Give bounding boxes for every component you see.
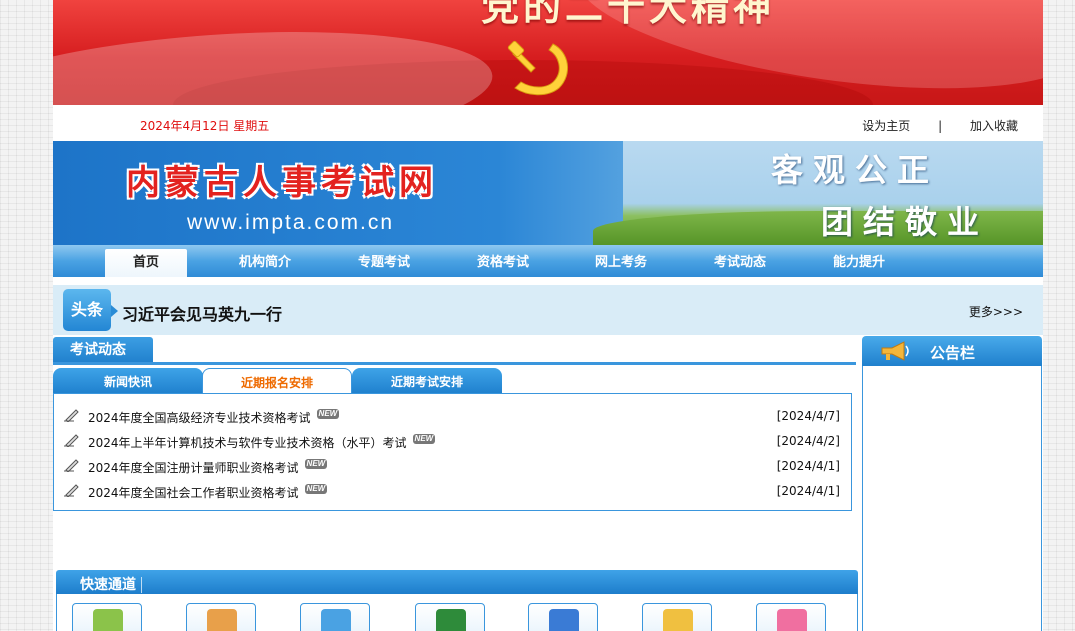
quick-link-tile[interactable] bbox=[300, 603, 370, 631]
nav-item-qualification-exams[interactable]: 资格考试 bbox=[448, 245, 558, 277]
news-title[interactable]: 2024年度全国注册计量师职业资格考试 bbox=[88, 461, 299, 475]
nav-item-home[interactable]: 首页 bbox=[105, 249, 187, 277]
news-title[interactable]: 2024年度全国高级经济专业技术资格考试 bbox=[88, 411, 311, 425]
quick-access-title: 快速通道 bbox=[80, 574, 142, 594]
new-badge: NEW bbox=[304, 459, 328, 469]
headline-bar: 头条 习近平会见马英九一行 更多>>> bbox=[53, 285, 1043, 335]
quick-link-tile[interactable] bbox=[642, 603, 712, 631]
news-date: [2024/4/2] bbox=[776, 434, 840, 448]
nav-item-skill-improvement[interactable]: 能力提升 bbox=[804, 245, 914, 277]
megaphone-icon bbox=[881, 341, 909, 361]
certificate-icon bbox=[663, 609, 693, 631]
headline-link[interactable]: 习近平会见马英九一行 bbox=[122, 301, 282, 325]
top-banner: 党的二十大精神 bbox=[53, 0, 1043, 105]
nav-item-about[interactable]: 机构简介 bbox=[210, 245, 320, 277]
news-date: [2024/4/7] bbox=[776, 409, 840, 423]
pen-icon bbox=[64, 434, 79, 447]
current-date: 2024年4月12日 星期五 bbox=[140, 119, 270, 133]
new-badge: NEW bbox=[412, 434, 436, 444]
motto-line-2: 团结敬业 bbox=[821, 203, 990, 241]
news-date: [2024/4/1] bbox=[776, 459, 840, 473]
exam-news-title: 考试动态 bbox=[53, 337, 153, 364]
quick-link-tile[interactable] bbox=[415, 603, 485, 631]
motto-line-1: 客观公正 bbox=[771, 151, 940, 189]
main-nav: 首页 机构简介 专题考试 资格考试 网上考务 考试动态 能力提升 bbox=[53, 245, 1043, 277]
nav-item-exam-news[interactable]: 考试动态 bbox=[685, 245, 795, 277]
top-links: 设为主页 | 加入收藏 bbox=[862, 117, 1018, 134]
exam-news-divider bbox=[53, 362, 856, 365]
quick-access-header: 快速通道 bbox=[56, 570, 858, 594]
excel-icon bbox=[436, 609, 466, 631]
date-bar: 2024年4月12日 星期五 设为主页 | 加入收藏 bbox=[53, 105, 1043, 141]
site-url: www.impta.com.cn bbox=[187, 211, 395, 234]
pen-icon bbox=[64, 484, 79, 497]
site-logo-title[interactable]: 内蒙古人事考试网 bbox=[126, 155, 438, 204]
notice-board-title: 公告栏 bbox=[930, 344, 976, 362]
notice-board-header: 公告栏 bbox=[862, 336, 1042, 366]
page: 党的二十大精神 2024年4月12日 星期五 设为主页 | 加入收藏 内蒙古人事… bbox=[53, 0, 1043, 631]
document-icon bbox=[321, 609, 351, 631]
monitor-icon bbox=[549, 609, 579, 631]
news-title[interactable]: 2024年度全国社会工作者职业资格考试 bbox=[88, 486, 299, 500]
list-item[interactable]: 2024年度全国高级经济专业技术资格考试 NEW [2024/4/7] bbox=[64, 405, 842, 427]
list-item[interactable]: 2024年度全国社会工作者职业资格考试 NEW [2024/4/1] bbox=[64, 480, 842, 502]
notice-board-body bbox=[862, 366, 1042, 631]
nav-item-special-exams[interactable]: 专题考试 bbox=[329, 245, 439, 277]
list-item[interactable]: 2024年度全国注册计量师职业资格考试 NEW [2024/4/1] bbox=[64, 455, 842, 477]
chart-icon bbox=[93, 609, 123, 631]
quick-link-tile[interactable] bbox=[756, 603, 826, 631]
list-item[interactable]: 2024年上半年计算机技术与软件专业技术资格（水平）考试 NEW [2024/4/… bbox=[64, 430, 842, 452]
new-badge: NEW bbox=[316, 409, 340, 419]
news-date: [2024/4/1] bbox=[776, 484, 840, 498]
banner-slogan: 党的二十大精神 bbox=[481, 0, 776, 29]
printer-icon bbox=[207, 609, 237, 631]
set-homepage-link[interactable]: 设为主页 bbox=[862, 117, 910, 134]
banner-decoration bbox=[53, 15, 497, 105]
pen-icon bbox=[64, 459, 79, 472]
party-emblem-icon bbox=[507, 40, 568, 96]
nav-item-online-affairs[interactable]: 网上考务 bbox=[566, 245, 676, 277]
exam-news-panel: 2024年度全国高级经济专业技术资格考试 NEW [2024/4/7] 2024年… bbox=[53, 393, 852, 511]
quick-link-tile[interactable] bbox=[528, 603, 598, 631]
site-header: 内蒙古人事考试网 www.impta.com.cn 客观公正 团结敬业 bbox=[53, 141, 1043, 245]
pen-icon bbox=[64, 409, 79, 422]
tab-news-flash[interactable]: 新闻快讯 bbox=[53, 368, 203, 394]
quick-link-tile[interactable] bbox=[72, 603, 142, 631]
user-icon bbox=[777, 609, 807, 631]
link-separator: | bbox=[938, 119, 943, 133]
tab-recent-exams[interactable]: 近期考试安排 bbox=[352, 368, 502, 394]
new-badge: NEW bbox=[304, 484, 328, 494]
headline-tag: 头条 bbox=[63, 289, 118, 331]
quick-link-tile[interactable] bbox=[186, 603, 256, 631]
add-favorite-link[interactable]: 加入收藏 bbox=[970, 117, 1018, 134]
tab-recent-registration[interactable]: 近期报名安排 bbox=[202, 368, 352, 394]
news-title[interactable]: 2024年上半年计算机技术与软件专业技术资格（水平）考试 bbox=[88, 436, 407, 450]
headline-more-link[interactable]: 更多>>> bbox=[969, 303, 1023, 320]
